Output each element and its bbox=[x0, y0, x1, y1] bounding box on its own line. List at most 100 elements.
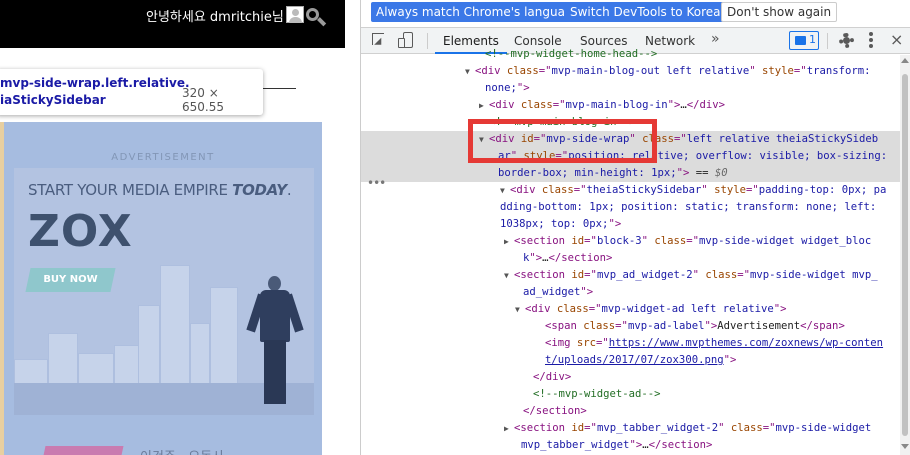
site-header: 안녕하세요 dmritchie님 bbox=[0, 0, 345, 48]
code-token-comment: <!--mvp-widget-ad--> bbox=[533, 388, 661, 400]
code-token-tag: <div bbox=[510, 184, 542, 196]
dom-node-row[interactable]: ▼ <div class="mvp-widget-ad left relative… bbox=[361, 301, 905, 318]
more-tabs-icon[interactable]: » bbox=[711, 31, 720, 47]
dom-node-row[interactable]: <img src="https://www.mvpthemes.com/zoxn… bbox=[361, 335, 905, 352]
code-token-tag: =" bbox=[552, 99, 566, 111]
code-token-tag: =" bbox=[584, 269, 597, 281]
section-tabs-text[interactable]: 이건주 · 오동사 bbox=[140, 446, 224, 455]
selected-node-menu-icon[interactable]: ••• bbox=[367, 176, 386, 190]
code-token-tag: <section bbox=[514, 235, 572, 247]
code-token-tag: "> bbox=[667, 99, 681, 111]
expand-triangle-icon[interactable]: ▶ bbox=[479, 97, 489, 114]
dom-node-row[interactable]: ▼ <div class="mvp-main-blog-out left rela… bbox=[361, 63, 905, 80]
avatar-icon[interactable] bbox=[286, 6, 304, 23]
dom-node-row[interactable]: </section> bbox=[361, 403, 905, 420]
dom-node-row[interactable]: ad_widget"> bbox=[361, 284, 905, 301]
code-token-attr: class bbox=[730, 422, 763, 434]
dom-node-row[interactable]: none;"> bbox=[361, 80, 905, 97]
ad-headline-suffix: . bbox=[286, 181, 292, 199]
match-language-button[interactable]: Always match Chrome's language bbox=[371, 2, 585, 22]
code-token-val: transform: bbox=[806, 65, 871, 77]
code-token-dollar: $0 bbox=[714, 167, 728, 179]
tooltip-selector-line: iaStickySidebar bbox=[0, 93, 106, 107]
dom-node-row[interactable]: border-box; min-height: 1px;"> == $0 bbox=[361, 165, 905, 182]
code-token-attr: id bbox=[571, 422, 585, 434]
code-token-tag: <span bbox=[545, 320, 584, 332]
dom-node-row[interactable]: ▼ <div class="theiaStickySidebar" style="… bbox=[361, 182, 905, 199]
collapse-triangle-icon[interactable]: ▼ bbox=[504, 267, 514, 284]
ad-headline-prefix: START YOUR MEDIA EMPIRE bbox=[28, 181, 233, 199]
scrollbar-thumb[interactable] bbox=[902, 74, 908, 436]
ad-headline: START YOUR MEDIA EMPIRE TODAY. bbox=[28, 181, 292, 199]
dom-node-row[interactable]: t/uploads/2017/07/zox300.png"> bbox=[361, 352, 905, 369]
dom-node-row[interactable]: <!--mvp-widget-ad--> bbox=[361, 386, 905, 403]
dom-node-row[interactable]: ▼ <section id="mvp_ad_widget-2" class="mv… bbox=[361, 267, 905, 284]
code-token-attr: class bbox=[556, 303, 589, 315]
dom-node-row[interactable]: <span class="mvp-ad-label">Advertisement… bbox=[361, 318, 905, 335]
scroll-down-arrow-icon[interactable] bbox=[901, 444, 909, 449]
scroll-up-arrow-icon[interactable] bbox=[901, 58, 909, 63]
code-token-tag: " bbox=[701, 184, 715, 196]
switch-korean-button[interactable]: Switch DevTools to Korean bbox=[565, 2, 734, 22]
code-token-val: mvp_tabber_widget bbox=[521, 439, 630, 451]
code-token-tag: </div> bbox=[533, 371, 572, 383]
dom-node-row[interactable]: mvp_tabber_widget">…</section> bbox=[361, 437, 905, 454]
code-token-val: padding-top: 0px; pa bbox=[758, 184, 887, 196]
tooltip-selector-line: mvp-side-wrap.left.relative. bbox=[0, 76, 190, 90]
code-token-attr: style bbox=[762, 65, 794, 77]
code-token-tag: " bbox=[692, 269, 706, 281]
collapse-triangle-icon[interactable]: ▼ bbox=[500, 182, 510, 199]
code-token-tag: </section> bbox=[648, 439, 713, 451]
code-token-attr: class bbox=[541, 184, 574, 196]
dom-node-row[interactable]: k">…</section> bbox=[361, 250, 905, 267]
search-icon[interactable] bbox=[306, 8, 327, 28]
code-token-val: ad_widget bbox=[523, 286, 581, 298]
dom-node-row[interactable]: </div> bbox=[361, 369, 905, 386]
code-token-val: mvp-main-blog-in bbox=[565, 99, 668, 111]
message-count: 1 bbox=[809, 33, 816, 46]
advertisement-label: ADVERTISEMENT bbox=[111, 152, 215, 163]
code-token-val: mvp-widget-ad left relative bbox=[601, 303, 774, 315]
code-token-tag: <div bbox=[525, 303, 557, 315]
code-token-tag: "> bbox=[676, 167, 690, 179]
code-token-tag: "> bbox=[704, 320, 718, 332]
code-token-tag: =" bbox=[737, 269, 751, 281]
code-token-tag: =" bbox=[584, 235, 597, 247]
code-token-tag: =" bbox=[793, 65, 807, 77]
dom-node-row[interactable]: ▶ <div class="mvp-main-blog-in">…</div> bbox=[361, 97, 905, 114]
code-token-val: mvp_ad_widget-2 bbox=[596, 269, 693, 281]
dont-show-again-button[interactable]: Don't show again bbox=[721, 2, 838, 22]
code-token-tag: =" bbox=[584, 422, 597, 434]
dom-node-row[interactable]: ▶ <section id="mvp_tabber_widget-2" class… bbox=[361, 420, 905, 437]
code-token-val: 1038px; top: 0px; bbox=[500, 218, 609, 230]
dom-node-row[interactable]: dding-bottom: 1px; position: static; tra… bbox=[361, 199, 905, 216]
code-token-attr: id bbox=[571, 235, 585, 247]
code-token-tag: " bbox=[641, 235, 655, 247]
code-token-attr: src bbox=[576, 337, 597, 349]
language-infobar: Always match Chrome's language Switch De… bbox=[361, 0, 910, 24]
expand-triangle-icon[interactable]: ▶ bbox=[504, 420, 514, 437]
page-preview: 안녕하세요 dmritchie님 ADVERTISEMENT START YOU… bbox=[0, 0, 345, 455]
code-token-link[interactable]: t/uploads/2017/07/zox300.png bbox=[545, 354, 724, 366]
code-token-text: Advertisement bbox=[717, 320, 801, 332]
dom-node-row[interactable]: 1038px; top: 0px;"> bbox=[361, 216, 905, 233]
devtools-panel: Always match Chrome's language Switch De… bbox=[360, 0, 910, 455]
code-token-tag: <img bbox=[545, 337, 577, 349]
buy-now-label: BUY NOW bbox=[43, 274, 98, 285]
collapse-triangle-icon[interactable]: ▼ bbox=[515, 301, 525, 318]
dom-node-row[interactable]: <!--mvp-widget-home-head--> bbox=[361, 46, 905, 63]
dom-node-row[interactable]: ▶ <section id="block-3" class="mvp-side-w… bbox=[361, 233, 905, 250]
user-greeting[interactable]: 안녕하세요 dmritchie님 bbox=[146, 6, 284, 25]
code-token-val: none; bbox=[485, 82, 517, 94]
code-token-val: mvp-ad-label bbox=[627, 320, 705, 332]
expand-triangle-icon[interactable]: ▶ bbox=[504, 233, 514, 250]
code-token-val: mvp_tabber_widget-2 bbox=[596, 422, 719, 434]
code-token-attr: class bbox=[583, 320, 616, 332]
zox-logo: ZOX bbox=[28, 206, 133, 257]
code-token-link[interactable]: https://www.mvpthemes.com/zoxnews/wp-con… bbox=[609, 337, 883, 349]
collapse-triangle-icon[interactable]: ▼ bbox=[465, 63, 475, 80]
code-token-val: border-box; min-height: 1px; bbox=[498, 167, 677, 179]
section-tab-shape[interactable] bbox=[42, 446, 124, 455]
advertisement-banner[interactable]: START YOUR MEDIA EMPIRE TODAY. ZOX BUY N… bbox=[14, 168, 314, 415]
buy-now-button[interactable]: BUY NOW bbox=[25, 268, 116, 292]
